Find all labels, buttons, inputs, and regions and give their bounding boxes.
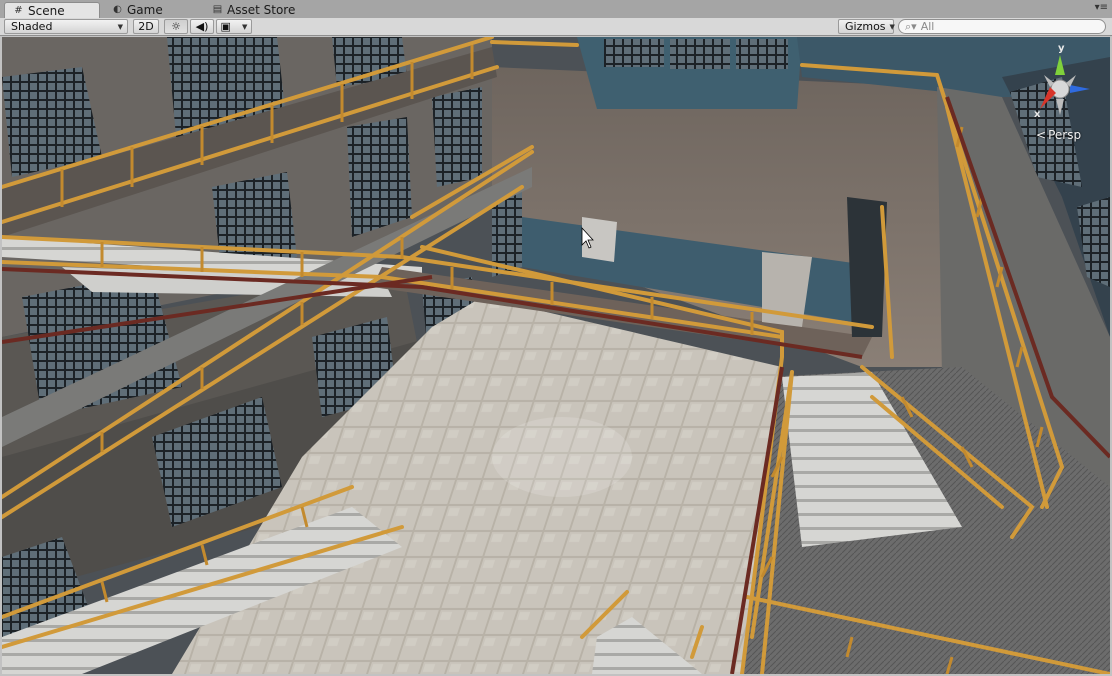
chevron-down-icon: ▼ bbox=[117, 22, 123, 31]
image-icon: ▣ bbox=[220, 20, 231, 33]
projection-icon: < bbox=[1036, 128, 1047, 142]
shading-mode-dropdown[interactable]: Shaded ▼ bbox=[4, 19, 128, 34]
chevron-down-icon: ▼ bbox=[889, 22, 895, 31]
search-placeholder: All bbox=[920, 20, 935, 33]
axis-x-label: x bbox=[1034, 109, 1041, 120]
toggle-2d-button[interactable]: 2D bbox=[133, 19, 159, 34]
projection-toggle[interactable]: < Persp bbox=[1036, 128, 1081, 142]
sun-icon: ☼ bbox=[171, 20, 181, 33]
gizmos-dropdown[interactable]: Gizmos ▼ bbox=[838, 19, 895, 34]
tab-scene[interactable]: # Scene bbox=[4, 2, 100, 18]
tab-asset-store[interactable]: ▤ Asset Store bbox=[204, 2, 314, 18]
search-icon: ⌕▾ bbox=[905, 19, 917, 33]
scene-viewport[interactable]: y x < Persp bbox=[2, 37, 1110, 674]
axis-y-label: y bbox=[1058, 43, 1065, 54]
tab-asset-store-label: Asset Store bbox=[227, 3, 296, 17]
hash-icon: # bbox=[14, 4, 23, 16]
scene-lighting-toggle[interactable]: ☼ bbox=[164, 19, 188, 34]
scene-toolbar: Shaded ▼ 2D ☼ ◀) ▣ ▼ Gizmos ▼ ⌕▾ All bbox=[0, 18, 1112, 36]
pacman-icon: ◐ bbox=[113, 4, 122, 15]
cell-door bbox=[432, 87, 482, 187]
shading-mode-label: Shaded bbox=[11, 20, 53, 33]
tab-menu-icon[interactable]: ▾≡ bbox=[1095, 2, 1108, 13]
scene-effects-dropdown[interactable]: ▣ ▼ bbox=[216, 19, 252, 34]
tab-scene-label: Scene bbox=[28, 3, 65, 18]
tab-game[interactable]: ◐ Game bbox=[104, 2, 180, 18]
tab-game-label: Game bbox=[127, 3, 163, 17]
prison-scene-render bbox=[2, 37, 1110, 674]
toggle-2d-label: 2D bbox=[138, 20, 154, 33]
projection-label: Persp bbox=[1048, 128, 1082, 142]
gizmos-label: Gizmos bbox=[845, 20, 886, 33]
tab-strip: # Scene ◐ Game ▤ Asset Store ▾≡ bbox=[0, 0, 1112, 19]
cell-door bbox=[347, 117, 412, 237]
speaker-icon: ◀) bbox=[195, 20, 209, 33]
chevron-down-icon: ▼ bbox=[242, 22, 248, 31]
axis-gizmo-icon bbox=[1040, 55, 1090, 115]
scene-search-input[interactable]: ⌕▾ All bbox=[898, 19, 1106, 34]
unity-scene-window: # Scene ◐ Game ▤ Asset Store ▾≡ Shaded ▼… bbox=[0, 0, 1112, 676]
scene-audio-toggle[interactable]: ◀) bbox=[190, 19, 214, 34]
store-icon: ▤ bbox=[212, 4, 223, 15]
orientation-gizmo[interactable]: y x bbox=[1028, 43, 1102, 120]
